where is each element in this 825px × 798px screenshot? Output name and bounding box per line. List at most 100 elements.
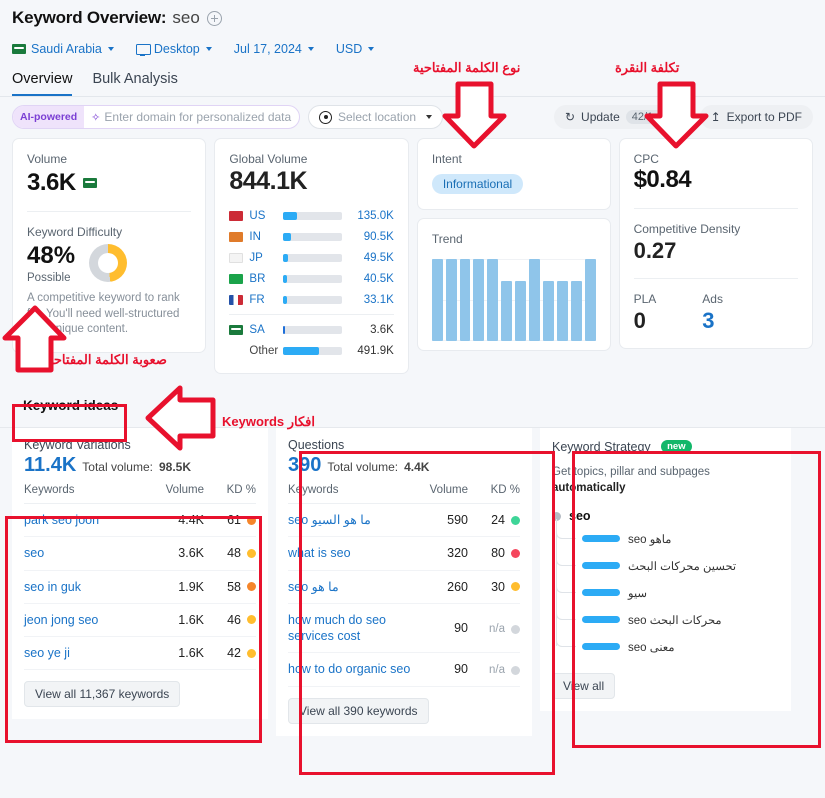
filter-device[interactable]: Desktop <box>135 42 212 56</box>
strategy-item[interactable]: ماهو seo <box>556 525 779 552</box>
country-row[interactable]: BR 40.5K <box>229 268 394 289</box>
plus-circle-icon[interactable] <box>206 10 222 26</box>
cpc-label: CPC <box>633 152 659 166</box>
global-volume-value: 844.1K <box>229 167 308 195</box>
column-volume: Volume <box>146 477 204 504</box>
keyword-link[interactable]: ما هو seo <box>288 570 425 604</box>
filter-country[interactable]: Saudi Arabia <box>12 42 114 56</box>
table-row[interactable]: seo ye ji 1.6K 42 <box>24 636 256 671</box>
refresh-icon: ↻ <box>564 110 576 124</box>
view-all-questions-button[interactable]: View all 390 keywords <box>288 697 429 724</box>
location-select[interactable]: Select location <box>308 105 443 129</box>
filter-device-label: Desktop <box>153 42 200 56</box>
country-row[interactable]: US 135.0K <box>229 205 394 226</box>
strategy-item-label: ماهو seo <box>628 533 672 546</box>
questions-count[interactable]: 390 <box>288 454 321 477</box>
keyword-link[interactable]: seo in guk <box>24 570 147 604</box>
variations-total-value: 98.5K <box>158 460 191 474</box>
country-row[interactable]: FR 33.1K <box>229 289 394 310</box>
keyword-volume: 90 <box>424 603 468 654</box>
page-title: Keyword Overview: seo <box>12 6 813 30</box>
column-volume: Volume <box>424 477 468 504</box>
pla-label: PLA <box>633 292 657 306</box>
table-row[interactable]: park seo joon 4.4K 61 <box>24 503 256 538</box>
strategy-root-label: seo <box>569 509 591 524</box>
country-code: JP <box>249 251 263 264</box>
domain-input-group[interactable]: AI-powered ✧ Enter domain for personaliz… <box>12 105 300 129</box>
kd-dot-icon <box>247 582 256 592</box>
country-volume: 90.5K <box>363 230 394 243</box>
strategy-item[interactable]: سيو <box>556 579 779 606</box>
keyword-link[interactable]: seo <box>24 536 147 571</box>
country-row-current[interactable]: SA 3.6K <box>229 319 394 340</box>
table-row[interactable]: how much do seo services cost 90 n/a <box>288 603 520 654</box>
keyword-link[interactable]: seo ye ji <box>24 636 147 671</box>
ads-value[interactable]: 3 <box>702 308 723 334</box>
keyword-link[interactable]: park seo joon <box>24 503 147 538</box>
card-column-middle: Intent Informational Trend <box>416 138 611 351</box>
intent-label: Intent <box>431 152 462 166</box>
table-header-row: Keywords Volume KD % <box>24 477 256 504</box>
variations-count[interactable]: 11.4K <box>24 454 76 477</box>
chevron-down-icon <box>307 47 314 51</box>
strategy-title: Keyword Strategy <box>552 440 651 454</box>
strategy-title-row: Keyword Strategy new <box>552 438 779 456</box>
country-code: BR <box>249 272 266 285</box>
filter-date[interactable]: Jul 17, 2024 <box>234 42 314 56</box>
keyword-link[interactable]: what is seo <box>288 536 425 571</box>
variations-title: Keyword Variations <box>24 438 131 452</box>
kd-dot-icon <box>511 665 520 675</box>
strategy-item[interactable]: محركات البحث seo <box>556 606 779 633</box>
keyword-difficulty-value: 48% <box>27 242 76 269</box>
country-row[interactable]: IN 90.5K <box>229 226 394 247</box>
view-all-variations-button[interactable]: View all 11,367 keywords <box>24 681 181 708</box>
keyword-link[interactable]: how to do organic seo <box>288 652 425 687</box>
divider <box>633 278 798 279</box>
keyword-link[interactable]: ما هو السيو seo <box>288 503 425 538</box>
strategy-item-label: محركات البحث seo <box>628 614 722 627</box>
country-row[interactable]: JP 49.5K <box>229 247 394 268</box>
trend-label: Trend <box>431 232 463 246</box>
location-pin-icon <box>319 110 332 124</box>
export-pdf-label: Export to PDF <box>726 110 802 124</box>
volume-value: 3.6K <box>27 169 76 196</box>
country-bar <box>283 346 342 355</box>
spacer-icon <box>229 346 243 356</box>
keyword-volume: 1.6K <box>146 636 204 671</box>
pla-ads-row: PLA 0 Ads 3 <box>634 292 798 334</box>
table-row[interactable]: ما هو seo 260 30 <box>288 570 520 604</box>
monitor-icon <box>135 43 151 56</box>
table-row[interactable]: seo 3.6K 48 <box>24 536 256 571</box>
table-row[interactable]: how to do organic seo 90 n/a <box>288 652 520 687</box>
view-all-strategy-button[interactable]: View all <box>552 673 616 700</box>
questions-total-value: 4.4K <box>404 460 430 474</box>
table-row[interactable]: what is seo 320 80 <box>288 536 520 571</box>
strategy-bar <box>582 535 620 543</box>
strategy-item[interactable]: معنى seo <box>556 633 779 660</box>
card-intent: Intent Informational <box>416 138 611 210</box>
strategy-item[interactable]: تحسين محركات البحث <box>556 552 779 579</box>
filter-currency[interactable]: USD <box>336 42 375 56</box>
keyword-volume: 1.9K <box>146 570 204 604</box>
keyword-link[interactable]: how much do seo services cost <box>288 603 425 654</box>
toolbar-actions: ↻ Update 42/1,000 ↥ Export to PDF <box>553 105 813 129</box>
table-row[interactable]: seo in guk 1.9K 58 <box>24 570 256 604</box>
country-volume: 33.1K <box>363 293 394 306</box>
country-flag-icon <box>229 252 244 263</box>
update-button-label: Update <box>581 110 620 124</box>
keyword-kd: 42 <box>204 636 256 671</box>
tab-overview[interactable]: Overview <box>12 71 73 96</box>
strategy-subtitle: Get topics, pillar and subpages automati… <box>552 464 779 496</box>
update-button[interactable]: ↻ Update 42/1,000 <box>553 105 692 129</box>
table-row[interactable]: jeon jong seo 1.6K 46 <box>24 603 256 638</box>
divider <box>27 211 192 212</box>
tab-bulk-analysis[interactable]: Bulk Analysis <box>92 71 177 96</box>
export-pdf-button[interactable]: ↥ Export to PDF <box>699 105 813 129</box>
chevron-down-icon <box>107 47 114 51</box>
keyword-difficulty-status: Possible <box>27 272 71 284</box>
tab-keyword-ideas[interactable]: Keyword ideas <box>12 391 129 420</box>
questions-table: Keywords Volume KD % ما هو السيو seo 590… <box>288 477 520 687</box>
table-row[interactable]: ما هو السيو seo 590 24 <box>288 503 520 538</box>
strategy-root-node[interactable]: seo <box>552 509 779 523</box>
keyword-link[interactable]: jeon jong seo <box>24 603 147 638</box>
